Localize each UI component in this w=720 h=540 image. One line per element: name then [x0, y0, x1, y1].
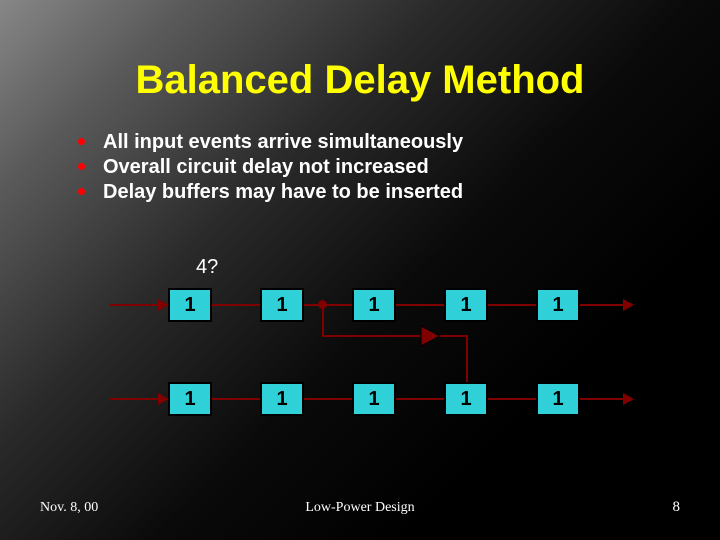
circuit-diagram: 1 1 1 1 1 1 1 1 1 1: [110, 285, 630, 473]
bullet-text: Delay buffers may have to be inserted: [103, 181, 463, 204]
delay-box: 1: [352, 288, 396, 322]
wire-segment: [212, 398, 260, 400]
arrow-out-icon: [580, 304, 624, 306]
slide-title: Balanced Delay Method: [0, 0, 720, 103]
wire-junction-icon: [318, 300, 327, 309]
bullet-item: All input events arrive simultaneously: [78, 131, 720, 154]
wire-segment: [396, 398, 444, 400]
arrow-in-icon: [110, 398, 168, 400]
wire-segment: [304, 304, 352, 306]
bullet-list: All input events arrive simultaneously O…: [78, 131, 720, 204]
bullet-dot-icon: [78, 188, 85, 195]
arrow-in-icon: [110, 304, 168, 306]
footer-page-number: 8: [673, 499, 681, 516]
delay-row-bottom: 1 1 1 1 1: [110, 379, 630, 419]
footer-title: Low-Power Design: [0, 500, 720, 516]
wire-segment: [304, 398, 352, 400]
bullet-text: Overall circuit delay not increased: [103, 156, 429, 179]
wire-segment: [322, 305, 324, 337]
delay-row-top: 1 1 1 1 1: [110, 285, 630, 325]
delay-box: 1: [536, 382, 580, 416]
delay-box: 1: [168, 288, 212, 322]
delay-box: 1: [444, 382, 488, 416]
bullet-item: Delay buffers may have to be inserted: [78, 181, 720, 204]
wire-segment: [396, 304, 444, 306]
bullet-dot-icon: [78, 138, 85, 145]
bullet-item: Overall circuit delay not increased: [78, 156, 720, 179]
wire-segment: [488, 304, 536, 306]
delay-box: 1: [444, 288, 488, 322]
delay-annotation: 4?: [196, 256, 218, 279]
delay-box: 1: [536, 288, 580, 322]
wire-segment: [322, 335, 422, 337]
buffer-triangle-icon: [420, 325, 442, 347]
delay-box: 1: [260, 382, 304, 416]
bullet-dot-icon: [78, 163, 85, 170]
bullet-text: All input events arrive simultaneously: [103, 131, 463, 154]
delay-box: 1: [352, 382, 396, 416]
wire-segment: [438, 335, 468, 337]
delay-box: 1: [168, 382, 212, 416]
delay-box: 1: [260, 288, 304, 322]
arrow-out-icon: [580, 398, 624, 400]
wire-segment: [488, 398, 536, 400]
wire-segment: [212, 304, 260, 306]
